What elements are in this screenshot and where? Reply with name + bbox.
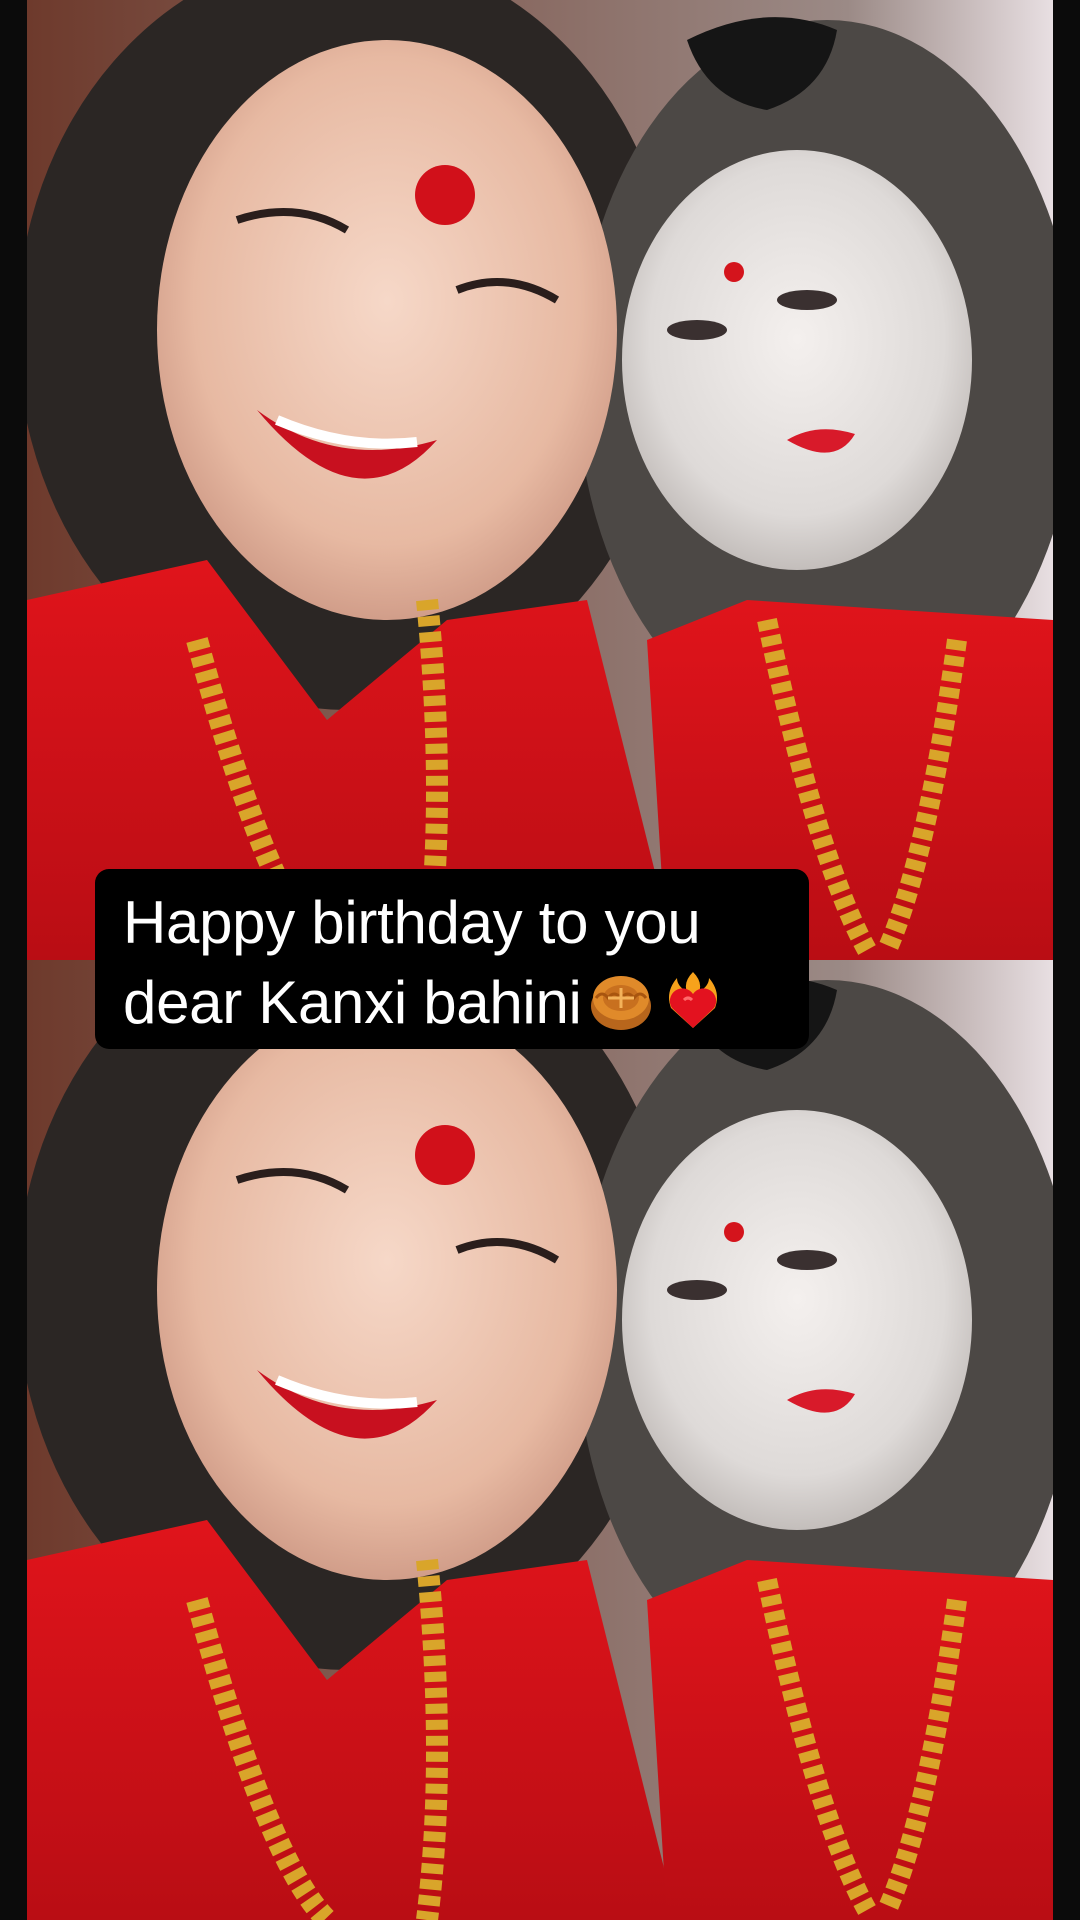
mooncake-icon <box>588 968 654 1034</box>
caption-line-2: dear Kanxi bahini <box>123 969 582 1036</box>
selfie-photo <box>27 0 1053 960</box>
caption-box: Happy birthday to you dear Kanxi bahini <box>95 869 809 1049</box>
heart-on-fire-icon <box>660 968 726 1034</box>
photo-panel-top <box>27 0 1053 960</box>
photo-panel-bottom <box>27 960 1053 1920</box>
video-frame: Happy birthday to you dear Kanxi bahini <box>0 0 1080 1920</box>
caption-line-2-wrapper: dear Kanxi bahini <box>123 963 783 1043</box>
caption-line-1: Happy birthday to you <box>123 889 701 956</box>
selfie-photo-duplicate <box>27 960 1053 1920</box>
